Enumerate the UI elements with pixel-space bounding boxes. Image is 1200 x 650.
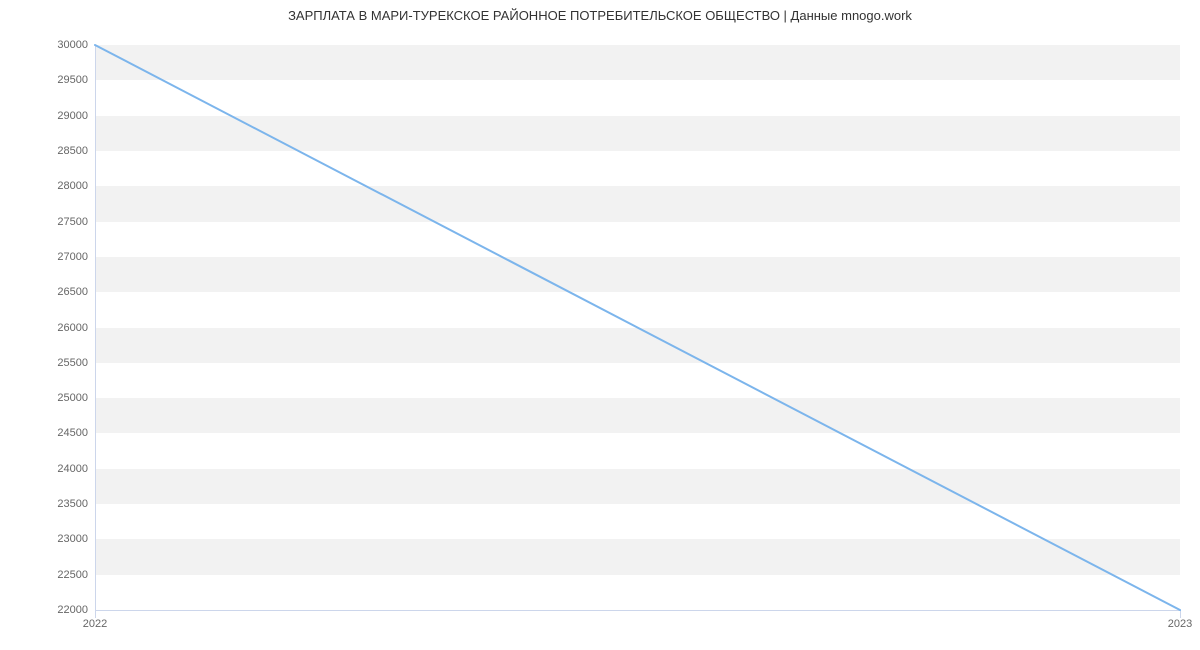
x-tick: [95, 610, 96, 618]
y-tick-label: 28500: [8, 145, 88, 157]
y-tick-label: 25500: [8, 357, 88, 369]
x-axis-line: [95, 610, 1180, 611]
x-tick-label: 2022: [83, 618, 107, 630]
y-tick-label: 22500: [8, 569, 88, 581]
data-line: [95, 45, 1180, 610]
y-tick-label: 27000: [8, 251, 88, 263]
y-tick-label: 27500: [8, 216, 88, 228]
y-tick-label: 29000: [8, 110, 88, 122]
y-tick-label: 25000: [8, 392, 88, 404]
x-tick: [1180, 610, 1181, 618]
y-tick-label: 23000: [8, 533, 88, 545]
y-tick-label: 26500: [8, 286, 88, 298]
y-tick-label: 22000: [8, 604, 88, 616]
chart-title: ЗАРПЛАТА В МАРИ-ТУРЕКСКОЕ РАЙОННОЕ ПОТРЕ…: [0, 8, 1200, 23]
y-tick-label: 23500: [8, 498, 88, 510]
y-tick-label: 24500: [8, 427, 88, 439]
y-tick-label: 30000: [8, 39, 88, 51]
chart-container: ЗАРПЛАТА В МАРИ-ТУРЕКСКОЕ РАЙОННОЕ ПОТРЕ…: [0, 0, 1200, 650]
x-tick-label: 2023: [1168, 618, 1192, 630]
chart-line: [95, 45, 1180, 610]
y-tick-label: 29500: [8, 74, 88, 86]
y-tick-label: 28000: [8, 180, 88, 192]
y-tick-label: 26000: [8, 322, 88, 334]
y-tick-label: 24000: [8, 463, 88, 475]
